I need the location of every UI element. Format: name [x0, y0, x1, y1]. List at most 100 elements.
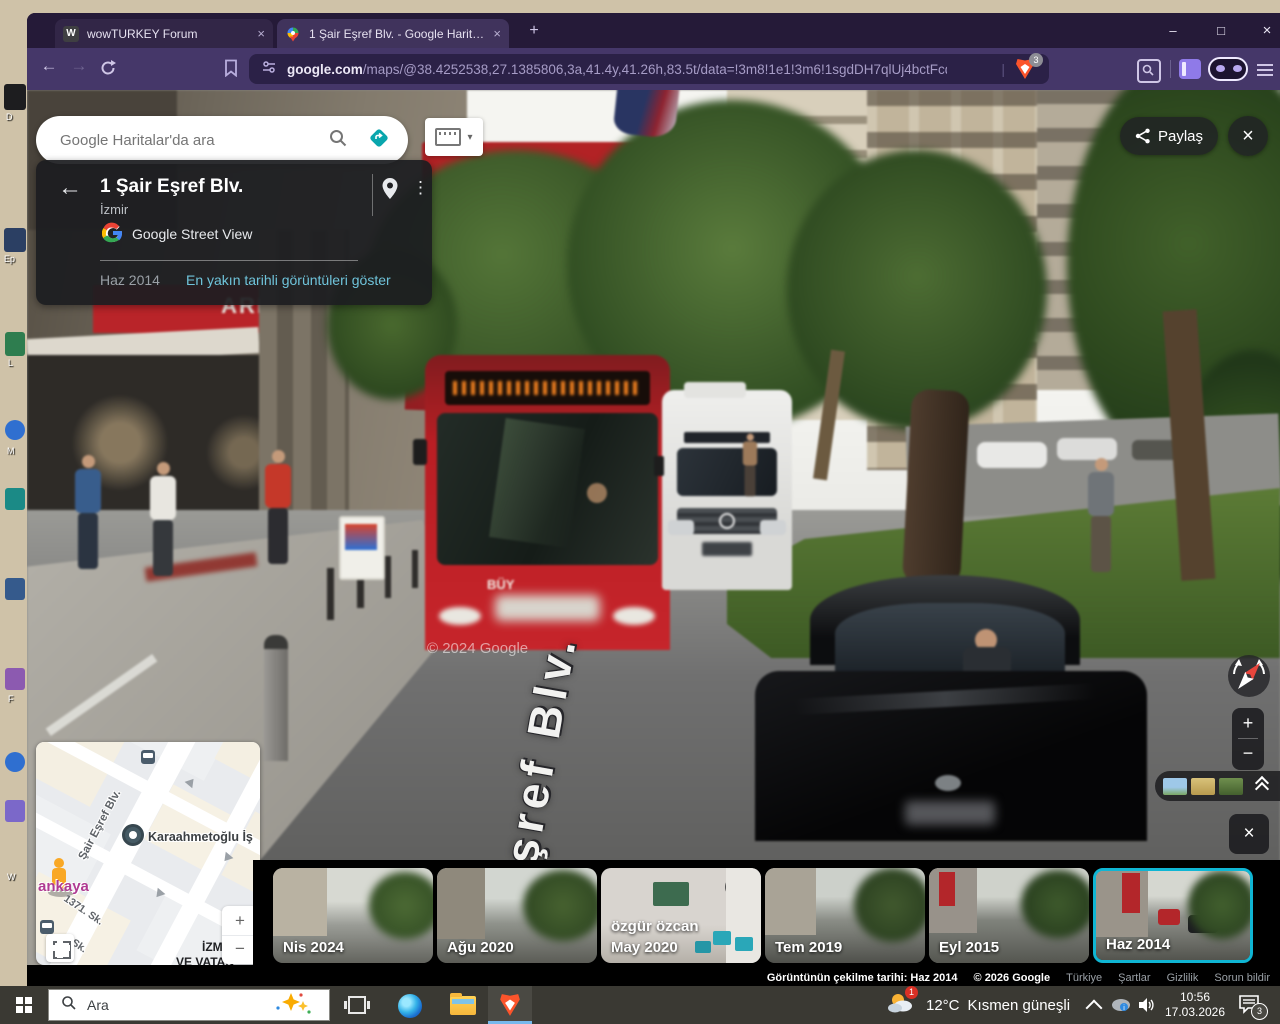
map-poi-pin[interactable]	[122, 824, 144, 846]
show-on-map-pin-icon[interactable]	[380, 177, 400, 206]
map-fullscreen-button[interactable]	[46, 934, 74, 962]
notification-center-button[interactable]: 3	[1238, 994, 1262, 1016]
thumb-wall-art	[653, 882, 689, 906]
pedestrian-distant	[737, 434, 762, 497]
date-thumbnail-selected[interactable]: Haz 2014	[1093, 868, 1253, 963]
thumb-trees	[1188, 871, 1253, 939]
map-poi-label[interactable]: Karaahmetoğlu İş	[148, 830, 253, 844]
desktop-icon[interactable]	[4, 84, 26, 110]
taskbar-search-icon	[61, 995, 77, 1016]
share-button[interactable]: Paylaş	[1120, 117, 1218, 155]
map-partial-label: İZM	[202, 940, 223, 954]
panel-back-icon[interactable]: ←	[58, 174, 82, 202]
weather-widget[interactable]: 1 12°C Kısmen güneşli	[886, 986, 1070, 1024]
layer-thumbnail[interactable]	[1191, 778, 1215, 795]
close-thumbnail-strip-button[interactable]: ×	[1229, 814, 1269, 854]
window-maximize-button[interactable]: □	[1203, 19, 1239, 43]
url-text: google.com/maps/@38.4252538,27.1385806,3…	[287, 62, 947, 77]
back-button[interactable]: ←	[35, 56, 63, 76]
tab-close-icon[interactable]: ×	[493, 26, 501, 41]
fullscreen-glyph-mask	[57, 938, 63, 958]
brave-vpn-glasses-icon[interactable]	[1208, 57, 1248, 81]
brave-shield-icon[interactable]: 3	[1015, 58, 1037, 80]
zoom-in-button[interactable]: +	[1232, 708, 1264, 738]
street-view-zoom-control: + −	[1232, 708, 1264, 770]
desktop-icon[interactable]	[4, 228, 26, 252]
onedrive-icon[interactable]: i	[1110, 996, 1132, 1017]
tab-google-maps[interactable]: 1 Şair Eşref Blv. - Google Haritala ×	[277, 19, 509, 48]
attribution-country[interactable]: Türkiye	[1066, 972, 1102, 984]
desktop-icon[interactable]	[5, 420, 25, 440]
task-view-button[interactable]	[348, 996, 366, 1014]
desktop-icon-label: L	[8, 358, 13, 368]
bus-led-sign	[445, 371, 650, 405]
tray-chevron-icon[interactable]	[1086, 1000, 1103, 1017]
search-tab-icon[interactable]	[1137, 59, 1161, 83]
desktop-icon-label: F	[8, 694, 14, 704]
attribution-report-link[interactable]: Sorun bildir	[1214, 972, 1270, 984]
keyboard-button[interactable]: ▾	[425, 118, 483, 156]
layer-thumbnail[interactable]	[1219, 778, 1243, 795]
attribution-privacy-link[interactable]: Gizlilik	[1167, 972, 1199, 984]
compass-control[interactable]	[1227, 654, 1271, 703]
panel-divider	[100, 260, 358, 261]
url-bar[interactable]: google.com/maps/@38.4252538,27.1385806,3…	[249, 54, 1049, 84]
bollard	[327, 568, 334, 620]
bookmark-icon[interactable]	[223, 59, 239, 82]
layer-thumbnail[interactable]	[1163, 778, 1187, 795]
bollard	[264, 635, 288, 761]
file-explorer-icon[interactable]	[450, 996, 476, 1015]
brave-taskbar-button[interactable]	[488, 986, 532, 1024]
maps-search-input[interactable]	[58, 131, 328, 150]
maps-search-box[interactable]	[36, 116, 408, 164]
bus-fleet-text: BÜY	[487, 577, 514, 592]
nearest-date-link[interactable]: En yakın tarihli görüntüleri göster	[186, 272, 391, 288]
bus-mirror	[413, 439, 427, 465]
window-close-button[interactable]: ×	[1249, 19, 1280, 43]
tab-close-icon[interactable]: ×	[257, 26, 265, 41]
tab-wowturkey[interactable]: W wowTURKEY Forum ×	[55, 19, 273, 48]
thumb-chair	[695, 941, 711, 953]
bollard	[412, 550, 418, 588]
desktop-icon[interactable]	[5, 578, 25, 600]
date-thumbnail[interactable]: Nis 2024	[273, 868, 433, 963]
date-thumbnail[interactable]: Ağu 2020	[437, 868, 597, 963]
attribution-terms-link[interactable]: Şartlar	[1118, 972, 1150, 984]
start-button[interactable]	[0, 986, 48, 1024]
attribution-copyright: © 2026 Google	[974, 972, 1051, 984]
forward-button[interactable]: →	[65, 56, 93, 76]
mercedes-emblem	[719, 513, 735, 529]
bus-driver	[587, 483, 607, 503]
edge-icon[interactable]	[398, 994, 422, 1018]
zoom-out-button[interactable]: −	[1232, 739, 1264, 769]
volume-icon[interactable]	[1138, 997, 1156, 1018]
date-thumbnail[interactable]: Tem 2019	[765, 868, 925, 963]
browser-menu-icon[interactable]	[1257, 61, 1273, 79]
close-street-view-button[interactable]: ×	[1228, 116, 1268, 156]
place-city: İzmir	[100, 202, 128, 217]
bus-window-reflection	[489, 418, 585, 548]
window-minimize-button[interactable]: –	[1155, 19, 1191, 43]
collapse-chevrons-icon[interactable]	[1257, 778, 1267, 794]
new-tab-button[interactable]: +	[524, 21, 544, 41]
desktop-icon[interactable]	[5, 488, 25, 510]
date-thumbnail[interactable]: özgür özcan May 2020	[601, 868, 761, 963]
date-thumbnail[interactable]: Eyl 2015	[929, 868, 1089, 963]
desktop-icon[interactable]	[5, 752, 25, 772]
copilot-sparkle-icon[interactable]	[271, 991, 313, 1020]
ad-board-art	[345, 524, 377, 550]
mini-map[interactable]: Şair Eşref Blv. 1371. Sk. Sk. Karaahmeto…	[36, 742, 260, 965]
reload-button[interactable]	[99, 59, 117, 82]
desktop-icon[interactable]	[5, 668, 25, 690]
site-settings-icon[interactable]	[261, 59, 277, 80]
sidebar-icon[interactable]	[1179, 59, 1201, 79]
dropdown-arrow-icon[interactable]: ▾	[467, 132, 472, 143]
desktop-icon[interactable]	[5, 332, 25, 356]
taskbar-clock[interactable]: 10:56 17.03.2026	[1158, 990, 1232, 1020]
street-view-canvas[interactable]: ARI	[27, 90, 1280, 986]
panel-overflow-menu-icon[interactable]: ⋮	[412, 178, 429, 198]
search-icon[interactable]	[328, 128, 348, 153]
directions-icon[interactable]	[366, 125, 392, 156]
taskbar-search-box[interactable]: Ara	[48, 989, 330, 1021]
desktop-icon[interactable]	[5, 800, 25, 822]
